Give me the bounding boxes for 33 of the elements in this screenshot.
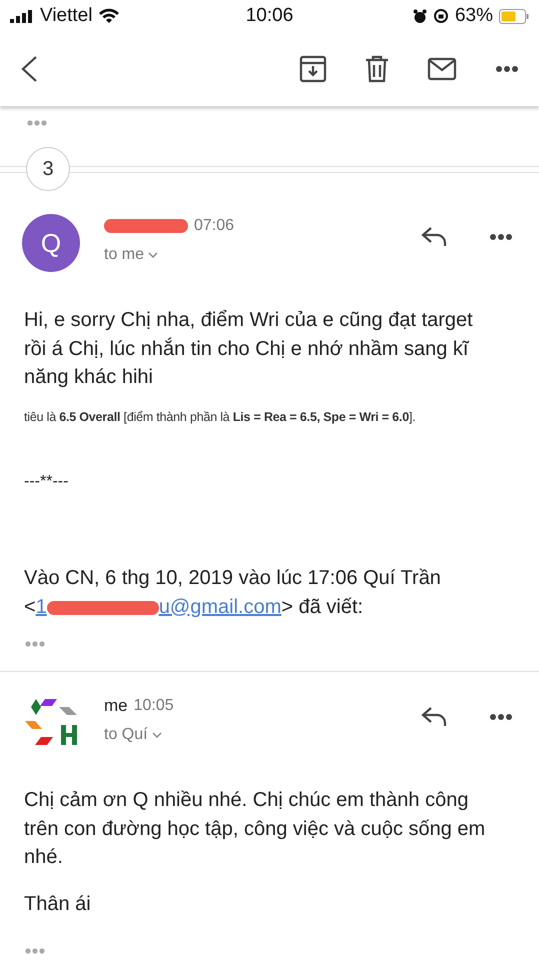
more-icon[interactable] (495, 65, 519, 73)
reply-icon[interactable] (421, 226, 447, 248)
rotation-lock-icon (432, 8, 449, 24)
more-icon[interactable] (489, 233, 513, 241)
sender-name: me (104, 696, 128, 716)
back-icon[interactable] (20, 55, 38, 83)
alarm-icon (412, 8, 427, 24)
wifi-icon (98, 8, 120, 24)
separator-text: ---**--- (24, 472, 70, 492)
message-text: Thân ái (24, 892, 92, 916)
more-icon[interactable] (489, 713, 513, 721)
reply-icon[interactable] (421, 706, 447, 728)
battery-icon (499, 8, 529, 24)
trash-icon[interactable] (365, 55, 389, 83)
message-time: 10:05 (134, 697, 174, 715)
mail-icon[interactable] (427, 57, 457, 81)
quote-header: Vào CN, 6 thg 10, 2019 vào lúc 17:06 Quí Trần <1 u@gmail.com> đã viết: (24, 566, 442, 620)
message-time: 07:06 (194, 217, 234, 235)
chevron-down-icon[interactable] (152, 732, 162, 738)
collapsed-count[interactable]: 3 (26, 147, 70, 191)
recipient-label[interactable]: to Quí (104, 726, 148, 744)
archive-icon[interactable] (299, 55, 327, 83)
chevron-down-icon[interactable] (148, 252, 158, 258)
carrier-name: Viettel (40, 5, 92, 27)
avatar: Q (22, 214, 80, 272)
email-link[interactable]: 1 u@gmail.com (36, 596, 282, 618)
clock-time: 10:06 (244, 5, 294, 27)
quoted-fine-print: tiêu là 6.5 Overall [điểm thành phần là Lis = Rea = 6.5, Spe = Wri = 6.0]. (24, 410, 416, 424)
battery-percent: 63% (454, 5, 493, 27)
recipient-label[interactable]: to me (104, 246, 144, 264)
message-text: Hi, e sorry Chị nha, điểm Wri của e cũng đạt target rồi á Chị, lúc nhắn tin cho Chị e nhớ nhầm sang kĩ năng khác hihi (24, 308, 474, 390)
message-text: Chị cảm ơn Q nhiều nhé. Chị chúc em thành công trên con đường học tập, công việc và cuộc sống em nhé. (24, 788, 486, 870)
signal-icon (10, 10, 34, 22)
